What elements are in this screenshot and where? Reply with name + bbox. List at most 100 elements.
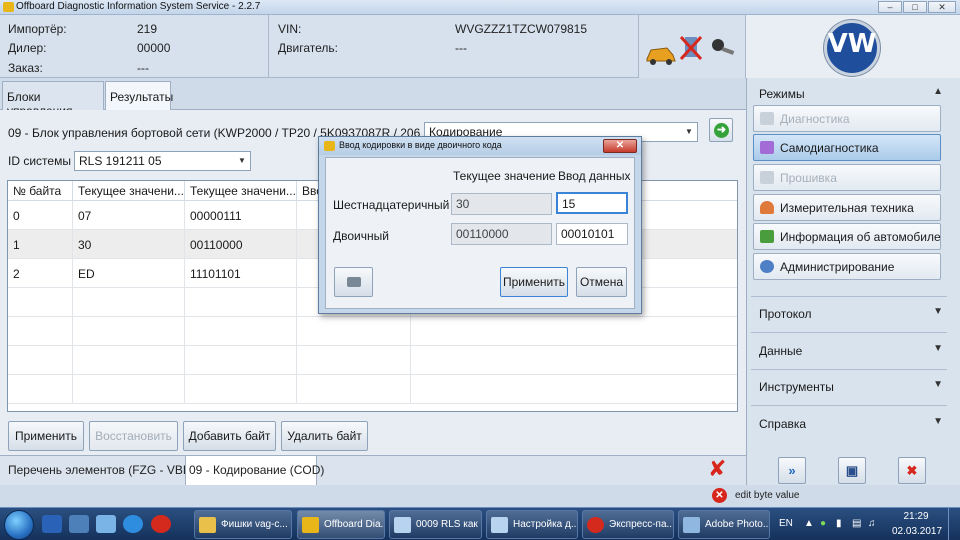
app-icon [302, 517, 319, 533]
gauge-icon [760, 201, 774, 214]
dialog-cancel-button[interactable]: Отмена [576, 267, 627, 297]
protocol-header[interactable]: Протокол ▼ [751, 304, 947, 324]
network-icon[interactable]: ● [820, 518, 826, 529]
mode-label: Администрирование [780, 260, 895, 274]
cancel-x-icon[interactable]: ✘ [708, 457, 726, 482]
minimize-button[interactable]: – [878, 1, 902, 13]
hex-label: Шестнадцатеричный [333, 198, 450, 212]
message-strip: ✕ edit byte value [0, 485, 960, 507]
go-button[interactable]: ➜ [709, 118, 733, 142]
taskbar-item-photoshop[interactable]: Adobe Photo... [678, 510, 770, 539]
opera-icon[interactable] [151, 515, 171, 533]
add-byte-button[interactable]: Добавить байт [183, 421, 276, 451]
ie-icon[interactable] [123, 515, 143, 533]
tab-control-units[interactable]: Блоки управления [2, 81, 104, 118]
language-indicator[interactable]: EN [779, 518, 793, 529]
importer-value: 219 [137, 22, 158, 36]
forward-icon[interactable]: » [778, 457, 806, 484]
taskbar-item-label: Настройка д... [513, 519, 578, 530]
hex-input-field[interactable]: 15 [556, 192, 628, 214]
column-header-byte[interactable]: № байта [8, 181, 73, 201]
tab-results[interactable]: Результаты [105, 81, 173, 110]
dialog-close-button[interactable]: ✕ [603, 139, 637, 153]
binary-input-field[interactable]: 00010101 [556, 223, 628, 245]
order-value: --- [137, 61, 149, 75]
maximize-button[interactable]: □ [903, 1, 927, 13]
system-id-select[interactable]: RLS 191211 05 ▼ [74, 151, 251, 171]
cell-bin: 00110000 [185, 230, 297, 259]
taskbar-item-doc2[interactable]: Настройка д... [486, 510, 578, 539]
empty-row [8, 375, 737, 404]
taskbar-item-label: Offboard Dia... [324, 519, 385, 530]
column-header-current-bin[interactable]: Текущее значени... [185, 181, 297, 201]
dialog-title-bar: Ввод кодировки в виде двоичного кода [319, 137, 641, 155]
window-title: Offboard Diagnostic Information System S… [16, 1, 261, 12]
dealer-label: Дилер: [8, 41, 47, 55]
modes-header-label: Режимы [759, 87, 805, 101]
restore-button[interactable]: Восстановить [89, 421, 178, 451]
self-diagnostics-icon [760, 141, 774, 154]
modes-header[interactable]: Режимы ▲ [751, 84, 947, 104]
data-header[interactable]: Данные ▼ [751, 341, 947, 361]
taskbar-item-label: 0009 RLS как ... [416, 519, 482, 530]
key-icon [712, 39, 735, 55]
current-crumb[interactable]: 09 - Кодирование (COD) [189, 463, 324, 477]
mode-flashing[interactable]: Прошивка [753, 164, 941, 191]
mode-measurement[interactable]: Измерительная техника [753, 194, 941, 221]
app-icon [324, 141, 335, 151]
engine-value: --- [455, 41, 467, 55]
flashing-icon [760, 171, 774, 184]
chevron-down-icon: ▼ [685, 127, 693, 136]
admin-icon [760, 260, 774, 273]
window-switcher-icon[interactable] [69, 515, 89, 533]
title-bar: Offboard Diagnostic Information System S… [0, 0, 960, 15]
close-window-button[interactable]: ✕ [928, 1, 956, 13]
show-hidden-icons[interactable]: ▲ [804, 518, 814, 529]
cell-hex: ED [73, 259, 185, 288]
mode-self-diagnostics[interactable]: Самодиагностика [753, 134, 941, 161]
signal-icon[interactable]: ▤ [852, 518, 861, 529]
show-desktop-button[interactable] [948, 508, 960, 540]
cell-byte: 0 [8, 201, 73, 230]
opera-icon [587, 517, 604, 533]
delete-byte-button[interactable]: Удалить байт [281, 421, 368, 451]
dialog-body: Текущее значение Ввод данных Шестнадцате… [325, 157, 635, 309]
mode-administration[interactable]: Администрирование [753, 253, 941, 280]
books-icon [760, 230, 774, 243]
clock-date[interactable]: 02.03.2017 [892, 526, 942, 537]
screenshot-icon[interactable]: ▣ [838, 457, 866, 484]
dialog-apply-button[interactable]: Применить [500, 267, 568, 297]
apply-button[interactable]: Применить [8, 421, 84, 451]
taskbar-item-odis[interactable]: Offboard Dia... [297, 510, 385, 539]
desktop-icon[interactable] [42, 515, 62, 533]
binary-coding-dialog: Ввод кодировки в виде двоичного кода ✕ Т… [318, 136, 642, 314]
help-header[interactable]: Справка ▼ [751, 414, 947, 434]
diagnostics-icon [760, 112, 774, 125]
mode-vehicle-info[interactable]: Информация об автомобиле [753, 223, 941, 250]
tools-header[interactable]: Инструменты ▼ [751, 377, 947, 397]
clock-time[interactable]: 21:29 [896, 511, 936, 522]
element-list-crumb[interactable]: Перечень элементов (FZG - VBL) [8, 463, 194, 477]
cell-hex: 30 [73, 230, 185, 259]
empty-row [8, 317, 737, 346]
explorer-icon[interactable] [96, 515, 116, 533]
camera-button[interactable] [334, 267, 373, 297]
chevron-down-icon: ▼ [238, 156, 246, 165]
column-header-current-hex[interactable]: Текущее значени... [73, 181, 185, 201]
taskbar-item-opera[interactable]: Экспресс-па... [582, 510, 674, 539]
taskbar-item-label: Фишки vag-c... [221, 519, 288, 530]
collapse-icon: ▲ [933, 86, 943, 97]
battery-icon[interactable]: ▮ [836, 518, 842, 529]
status-message: edit byte value [735, 490, 800, 501]
modes-sidebar: Режимы ▲ Диагностика Самодиагностика Про… [746, 78, 960, 455]
volume-icon[interactable]: ♫ [868, 518, 876, 529]
exit-icon[interactable]: ✖ [898, 457, 926, 484]
vw-logo-area: VW [746, 15, 960, 78]
taskbar-item-folder[interactable]: Фишки vag-c... [194, 510, 292, 539]
start-button[interactable] [4, 510, 34, 540]
mode-diagnostics[interactable]: Диагностика [753, 105, 941, 132]
order-label: Заказ: [8, 61, 43, 75]
current-value-header: Текущее значение [453, 169, 556, 183]
taskbar-item-doc1[interactable]: 0009 RLS как ... [389, 510, 482, 539]
cell-byte: 1 [8, 230, 73, 259]
